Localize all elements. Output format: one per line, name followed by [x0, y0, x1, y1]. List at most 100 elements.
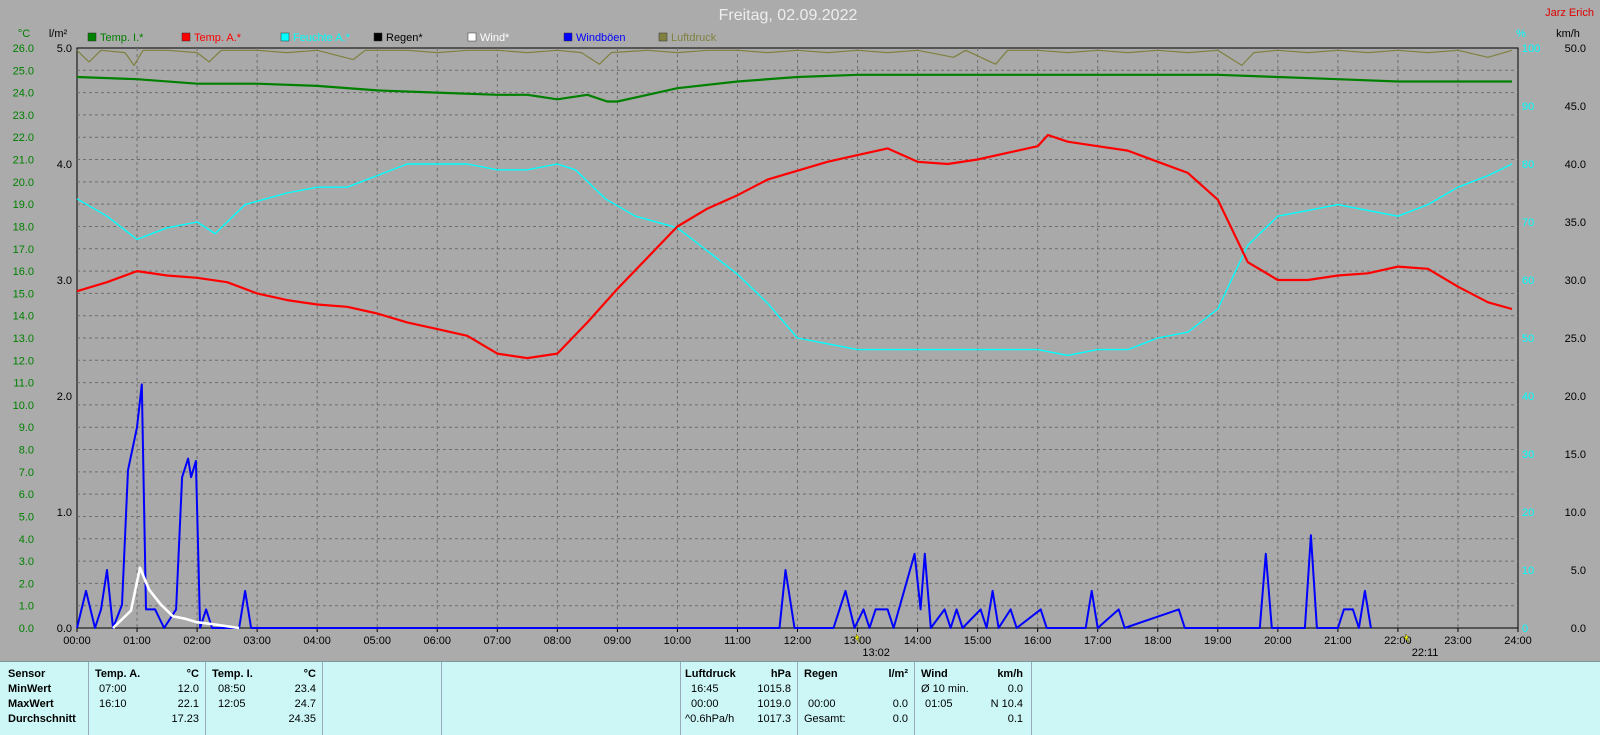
temp-tick-label: 19.0 — [13, 199, 34, 211]
x-tick-label: 04:00 — [303, 635, 331, 647]
wind-tick-label: 20.0 — [1565, 391, 1586, 403]
temp-tick-label: 22.0 — [13, 132, 34, 144]
chart-title: Freitag, 02.09.2022 — [719, 7, 858, 24]
temp-tick-label: 15.0 — [13, 288, 34, 300]
x-tick-label: 15:00 — [964, 635, 992, 647]
stats-value: 0.0 — [892, 713, 908, 725]
stats-sensor-header: Sensor — [8, 668, 46, 680]
x-tick-label: 08:00 — [544, 635, 572, 647]
stats-temp-i-header: Temp. I. — [212, 668, 253, 680]
stats-value: 0.0 — [892, 698, 908, 710]
humidity-tick-label: 60 — [1522, 275, 1534, 287]
legend-label: Feuchte A.* — [293, 32, 351, 44]
legend-label: Regen* — [386, 32, 423, 44]
x-tick-label: 01:00 — [123, 635, 151, 647]
marker-label: 22:11 — [1412, 647, 1439, 659]
wind-tick-label: 5.0 — [1571, 565, 1586, 577]
x-tick-label: 21:00 — [1324, 635, 1352, 647]
x-axis-ticks: 00:00 01:00 02:00 03:00 04:00 05:00 06:00 07:00… — [63, 628, 1532, 647]
temp-tick-label: 18.0 — [13, 221, 34, 233]
temp-tick-label: 12.0 — [13, 355, 34, 367]
stats-time: Ø 10 min. — [921, 683, 969, 695]
x-tick-label: 07:00 — [484, 635, 512, 647]
temp-tick-label: 24.0 — [13, 88, 34, 100]
stats-temp-a-unit: °C — [186, 668, 199, 680]
stats-temp-a-header: Temp. A. — [95, 668, 141, 680]
temp-tick-label: 11.0 — [13, 378, 34, 390]
stats-value: 24.7 — [294, 698, 316, 710]
legend: Temp. I.* Temp. A.* Feuchte A.* Regen* Wind*… — [87, 32, 717, 44]
humidity-unit-label: % — [1516, 28, 1526, 40]
legend-swatch — [373, 32, 383, 42]
stats-empty-column — [442, 662, 681, 735]
stats-value: 0.1 — [1007, 713, 1023, 725]
temp-tick-label: 4.0 — [19, 534, 34, 546]
temp-tick-label: 0.0 — [19, 623, 34, 635]
x-tick-label: 19:00 — [1204, 635, 1232, 647]
wind-tick-label: 0.0 — [1571, 623, 1586, 635]
stats-value: 22.1 — [177, 698, 199, 710]
x-tick-label: 12:00 — [784, 635, 812, 647]
stats-time: 00:00 — [808, 698, 836, 710]
temp-tick-label: 9.0 — [19, 422, 34, 434]
legend-swatch — [658, 32, 668, 42]
temp-tick-label: 13.0 — [13, 333, 34, 345]
stats-value: 1017.3 — [757, 713, 791, 725]
rain-tick-label: 1.0 — [57, 507, 72, 519]
humidity-tick-label: 20 — [1522, 507, 1534, 519]
x-tick-label: 11:00 — [724, 635, 751, 647]
rain-tick-label: 2.0 — [57, 391, 72, 403]
legend-label: Luftdruck — [671, 32, 717, 44]
stats-row-label: Durchschnitt — [8, 713, 76, 725]
stats-row-label: MaxWert — [8, 698, 54, 710]
temp-tick-label: 8.0 — [19, 445, 34, 457]
stats-sensor-column: Sensor MinWert MaxWert Durchschnitt — [0, 662, 89, 735]
rain-tick-label: 5.0 — [57, 43, 72, 55]
rain-tick-label: 0.0 — [57, 623, 72, 635]
rain-tick-label: 3.0 — [57, 275, 72, 287]
temp-tick-label: 17.0 — [13, 244, 34, 256]
wind-tick-label: 15.0 — [1565, 449, 1586, 461]
x-tick-label: 10:00 — [664, 635, 692, 647]
legend-swatch — [467, 32, 477, 42]
temp-tick-label: 5.0 — [19, 511, 34, 523]
stats-temp-i-column: Temp. I. °C 08:50 23.4 12:05 24.7 24.35 — [206, 662, 323, 735]
x-tick-label: 14:00 — [904, 635, 932, 647]
temp-tick-label: 10.0 — [13, 400, 34, 412]
x-tick-label: 09:00 — [604, 635, 632, 647]
stats-value: 1015.8 — [757, 683, 791, 695]
stats-time: 01:05 — [925, 698, 953, 710]
stats-regen-header: Regen — [804, 668, 838, 680]
temp-tick-label: 6.0 — [19, 489, 34, 501]
wind-unit-label: km/h — [1556, 28, 1580, 40]
temp-tick-label: 14.0 — [13, 311, 34, 323]
temp-tick-label: 23.0 — [13, 110, 34, 122]
humidity-tick-label: 30 — [1522, 449, 1534, 461]
temp-unit-label: °C — [18, 28, 30, 40]
humidity-tick-label: 80 — [1522, 159, 1534, 171]
temp-tick-label: 1.0 — [19, 601, 34, 613]
stats-time: 00:00 — [691, 698, 719, 710]
stats-time: 16:45 — [691, 683, 719, 695]
legend-swatch — [563, 32, 573, 42]
stats-empty-column — [323, 662, 442, 735]
rain-tick-label: 4.0 — [57, 159, 72, 171]
humidity-tick-label: 100 — [1522, 43, 1540, 55]
temp-tick-label: 2.0 — [19, 578, 34, 590]
wind-tick-label: 35.0 — [1565, 217, 1586, 229]
wind-tick-label: 45.0 — [1565, 101, 1586, 113]
legend-label: Temp. A.* — [194, 32, 242, 44]
stats-time: 08:50 — [218, 683, 246, 695]
x-tick-label: 23:00 — [1444, 635, 1472, 647]
stats-luftdruck-unit: hPa — [770, 668, 791, 680]
stats-temp-a-column: Temp. A. °C 07:00 12.0 16:10 22.1 17.23 — [89, 662, 206, 735]
statistics-panel: Sensor MinWert MaxWert Durchschnitt Temp… — [0, 661, 1600, 735]
x-tick-label: 06:00 — [423, 635, 451, 647]
x-tick-label: 20:00 — [1264, 635, 1292, 647]
stats-time: Gesamt: — [804, 713, 846, 725]
x-tick-label: 16:00 — [1024, 635, 1052, 647]
stats-value: 23.4 — [294, 683, 316, 695]
stats-value: 0.0 — [1007, 683, 1023, 695]
humidity-tick-label: 70 — [1522, 217, 1534, 229]
temp-tick-label: 20.0 — [13, 177, 34, 189]
